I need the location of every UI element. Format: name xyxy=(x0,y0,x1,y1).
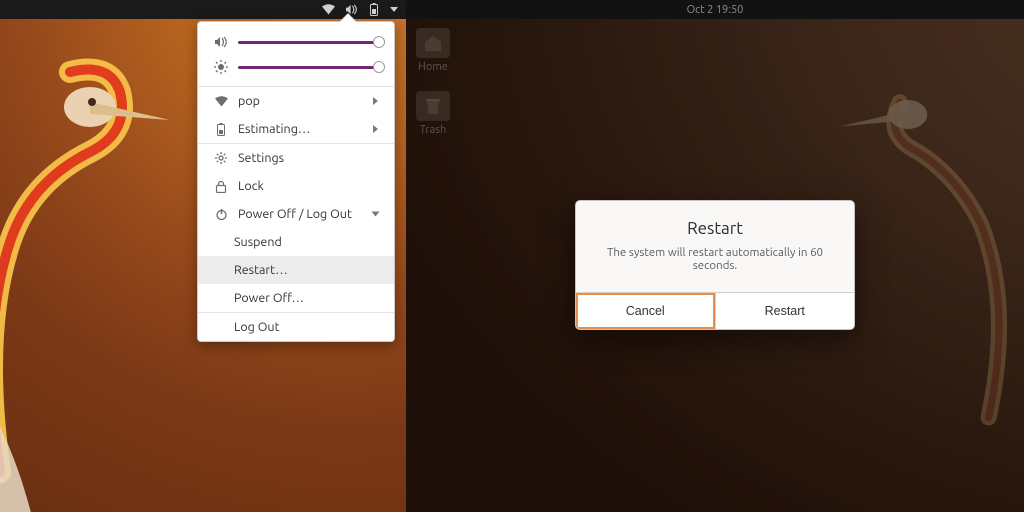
battery-icon xyxy=(214,123,228,136)
chevron-down-icon xyxy=(372,212,380,217)
screenshot-after: Oct 2 19:50 Home Trash Restart The syste… xyxy=(406,0,1024,512)
gear-icon xyxy=(214,151,228,165)
menu-poweroff[interactable]: Power Off… xyxy=(198,284,394,312)
dialog-body: The system will restart automatically in… xyxy=(576,246,854,292)
chevron-right-icon xyxy=(373,97,378,105)
system-menu: pop Estimating… Settings Lock xyxy=(197,21,395,342)
brightness-slider[interactable] xyxy=(214,60,378,74)
restart-button[interactable]: Restart xyxy=(715,293,855,329)
menu-restart-label: Restart… xyxy=(234,263,288,277)
menu-battery[interactable]: Estimating… xyxy=(198,115,394,143)
menu-battery-label: Estimating… xyxy=(238,122,310,136)
lock-icon xyxy=(214,180,228,193)
menu-suspend[interactable]: Suspend xyxy=(198,228,394,256)
chevron-down-icon xyxy=(390,7,398,12)
battery-icon xyxy=(367,3,381,16)
dialog-title: Restart xyxy=(576,201,854,246)
menu-suspend-label: Suspend xyxy=(234,235,282,249)
menu-logout[interactable]: Log Out xyxy=(198,313,394,341)
volume-icon xyxy=(214,36,228,48)
restart-dialog: Restart The system will restart automati… xyxy=(575,200,855,330)
menu-network-label: pop xyxy=(238,94,260,108)
menu-restart[interactable]: Restart… xyxy=(198,256,394,284)
menu-logout-label: Log Out xyxy=(234,320,279,334)
menu-poweroff-label: Power Off… xyxy=(234,291,304,305)
wifi-icon xyxy=(214,96,228,107)
menu-power-label: Power Off / Log Out xyxy=(238,207,352,221)
menu-network[interactable]: pop xyxy=(198,87,394,115)
menu-settings-label: Settings xyxy=(238,151,284,165)
menu-settings[interactable]: Settings xyxy=(198,144,394,172)
wifi-icon xyxy=(321,4,335,15)
menu-lock[interactable]: Lock xyxy=(198,172,394,200)
power-icon xyxy=(214,208,228,221)
menu-lock-label: Lock xyxy=(238,179,264,193)
system-tray[interactable] xyxy=(321,3,398,16)
screenshot-before: pop Estimating… Settings Lock xyxy=(0,0,406,512)
cancel-button[interactable]: Cancel xyxy=(576,293,715,329)
brightness-icon xyxy=(214,60,228,74)
menu-power-group[interactable]: Power Off / Log Out xyxy=(198,200,394,228)
volume-slider[interactable] xyxy=(214,36,378,48)
chevron-right-icon xyxy=(373,125,378,133)
